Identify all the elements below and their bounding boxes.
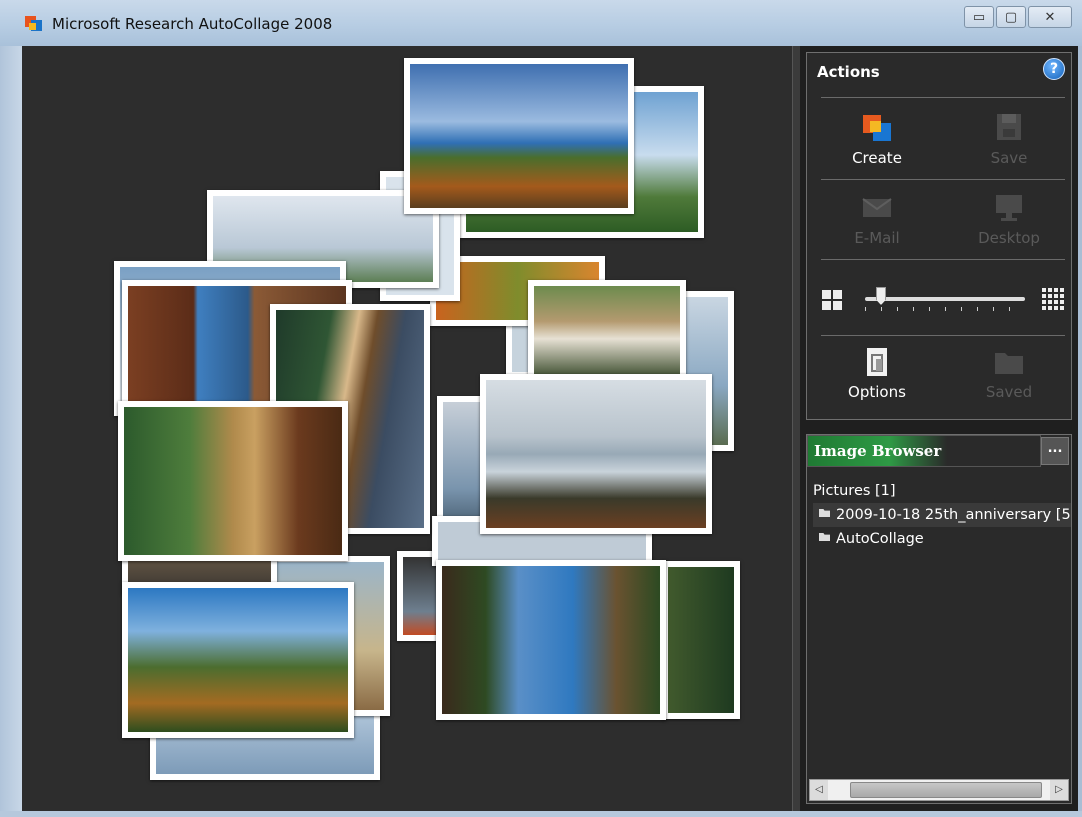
collage-photo-trees bbox=[122, 582, 354, 738]
folder-label: 2009-10-18 25th_anniversary [54 bbox=[836, 507, 1071, 523]
saved-button[interactable]: Saved bbox=[949, 345, 1069, 401]
fewer-images-icon bbox=[822, 290, 842, 310]
saved-folder-icon bbox=[995, 353, 1023, 374]
more-images-icon bbox=[1042, 288, 1064, 310]
folder-tree: Pictures [1] 2009-10-18 25th_anniversary… bbox=[813, 479, 1071, 551]
autocollage-app-icon bbox=[25, 16, 42, 31]
window-title: Microsoft Research AutoCollage 2008 bbox=[52, 15, 333, 33]
slider-thumb[interactable] bbox=[876, 287, 886, 305]
divider bbox=[821, 97, 1065, 98]
saved-label: Saved bbox=[985, 383, 1033, 401]
save-label: Save bbox=[990, 149, 1028, 167]
side-panel: Actions ? Create Save E-Mail Desktop Opt… bbox=[800, 46, 1078, 811]
folder-icon bbox=[819, 509, 830, 517]
close-button[interactable]: ✕ bbox=[1028, 6, 1072, 28]
desktop-button[interactable]: Desktop bbox=[949, 191, 1069, 247]
tree-root-pictures[interactable]: Pictures [1] bbox=[813, 479, 1071, 503]
options-button[interactable]: Options bbox=[817, 345, 937, 401]
window-frame-left bbox=[0, 46, 22, 817]
actions-panel: Actions ? Create Save E-Mail Desktop Opt… bbox=[806, 52, 1072, 420]
maximize-button[interactable]: ▢ bbox=[996, 6, 1026, 28]
minimize-button[interactable]: ▭ bbox=[964, 6, 994, 28]
actions-tab[interactable]: Actions bbox=[807, 53, 1019, 87]
divider bbox=[821, 259, 1065, 260]
divider bbox=[821, 179, 1065, 180]
scrollbar-thumb[interactable] bbox=[850, 782, 1042, 798]
scroll-right-arrow-icon[interactable]: ▷ bbox=[1050, 780, 1068, 800]
collage-photo bbox=[662, 561, 740, 719]
folder-icon bbox=[819, 533, 830, 541]
window-frame-right bbox=[1078, 46, 1082, 817]
email-label: E-Mail bbox=[854, 229, 900, 247]
email-button[interactable]: E-Mail bbox=[817, 191, 937, 247]
window-frame-bottom bbox=[0, 811, 1082, 817]
options-icon bbox=[867, 348, 887, 376]
collage-canvas[interactable] bbox=[22, 46, 792, 811]
slider-track[interactable] bbox=[865, 297, 1025, 301]
create-label: Create bbox=[852, 149, 902, 167]
horizontal-scrollbar[interactable]: ◁ ▷ bbox=[809, 779, 1069, 801]
desktop-label: Desktop bbox=[978, 229, 1040, 247]
desktop-icon bbox=[996, 195, 1022, 221]
collage-photo-bridge bbox=[528, 280, 686, 380]
browse-more-button[interactable]: ... bbox=[1041, 437, 1069, 465]
create-icon bbox=[863, 115, 891, 141]
tree-folder-autocollage[interactable]: AutoCollage bbox=[813, 527, 1071, 551]
scroll-left-arrow-icon[interactable]: ◁ bbox=[810, 780, 828, 800]
help-icon[interactable]: ? bbox=[1043, 58, 1065, 80]
image-browser-title: Image Browser bbox=[807, 435, 1041, 467]
options-label: Options bbox=[848, 383, 906, 401]
save-icon bbox=[997, 114, 1021, 140]
folder-label: AutoCollage bbox=[836, 531, 924, 547]
collage-photo-lake bbox=[480, 374, 712, 534]
title-bar: Microsoft Research AutoCollage 2008 ▭ ▢ … bbox=[0, 0, 1082, 47]
image-browser-panel: Image Browser ... Pictures [1] 2009-10-1… bbox=[806, 434, 1072, 804]
divider bbox=[821, 335, 1065, 336]
save-button[interactable]: Save bbox=[949, 111, 1069, 167]
collage-size-slider[interactable] bbox=[821, 285, 1065, 315]
collage-photo-pines bbox=[436, 560, 666, 720]
tree-folder-anniversary[interactable]: 2009-10-18 25th_anniversary [54 bbox=[813, 503, 1071, 527]
collage-photo-shoreline bbox=[404, 58, 634, 214]
collage-photo-sculpture bbox=[118, 401, 348, 561]
slider-ticks bbox=[865, 307, 1025, 311]
email-icon bbox=[862, 198, 892, 217]
create-button[interactable]: Create bbox=[817, 111, 937, 167]
